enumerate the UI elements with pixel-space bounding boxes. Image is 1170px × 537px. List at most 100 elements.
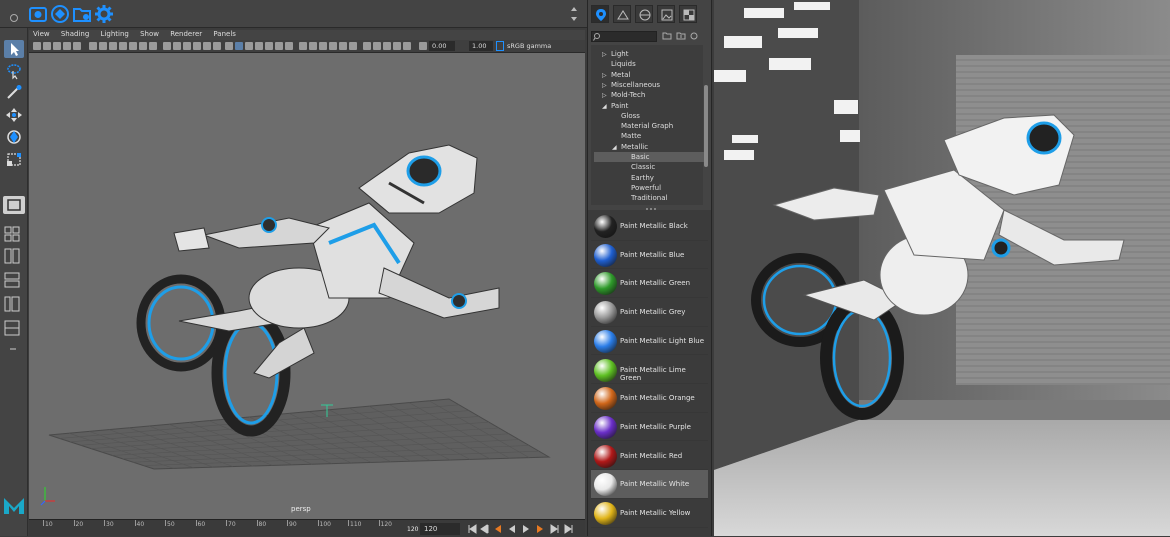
add-folder-icon[interactable] bbox=[676, 31, 686, 41]
tree-item[interactable]: ▷ Light bbox=[594, 49, 706, 59]
more-layouts-icon[interactable] bbox=[4, 342, 24, 356]
viewport-tool-icon[interactable] bbox=[73, 42, 81, 50]
tree-scrollbar[interactable] bbox=[704, 85, 708, 167]
viewport-tool-icon[interactable] bbox=[383, 42, 391, 50]
menu-renderer[interactable]: Renderer bbox=[170, 30, 202, 38]
viewport-tool-icon[interactable] bbox=[163, 42, 171, 50]
viewport-tool-icon[interactable] bbox=[255, 42, 263, 50]
viewport-tool-icon[interactable] bbox=[33, 42, 41, 50]
material-item[interactable]: Paint Metallic Purple bbox=[591, 413, 708, 442]
scroll-arrows-icon[interactable] bbox=[570, 4, 578, 24]
move-tool-icon[interactable] bbox=[4, 106, 24, 124]
ipr-render-icon[interactable] bbox=[50, 4, 70, 24]
splitter-handle-icon[interactable] bbox=[644, 205, 658, 210]
viewport-tool-icon[interactable] bbox=[63, 42, 71, 50]
viewport-tool-icon[interactable] bbox=[265, 42, 273, 50]
tree-item[interactable]: Gloss bbox=[594, 111, 706, 121]
viewport-tool-icon[interactable] bbox=[225, 42, 233, 50]
color-space-label[interactable]: sRGB gamma bbox=[507, 40, 583, 52]
tree-item[interactable]: ◢ Metallic bbox=[594, 142, 706, 152]
four-pane-layout-icon[interactable] bbox=[4, 226, 24, 242]
tree-item[interactable]: Liquids bbox=[594, 59, 706, 69]
viewport-tool-icon[interactable] bbox=[373, 42, 381, 50]
open-folder-icon[interactable] bbox=[72, 4, 92, 24]
tree-item[interactable]: ▷ Metal bbox=[594, 70, 706, 80]
menu-lighting[interactable]: Lighting bbox=[101, 30, 129, 38]
playhead-frame-label[interactable]: 120 bbox=[407, 526, 418, 533]
current-frame-field[interactable]: 120 bbox=[420, 523, 460, 535]
viewport-tool-icon[interactable] bbox=[393, 42, 401, 50]
tree-item[interactable]: Basic bbox=[594, 152, 706, 163]
viewport-tool-icon[interactable] bbox=[285, 42, 293, 50]
viewport-tool-icon[interactable] bbox=[43, 42, 51, 50]
perspective-viewport[interactable]: persp bbox=[29, 53, 585, 519]
search-input[interactable] bbox=[591, 31, 657, 42]
render-view-icon[interactable] bbox=[28, 4, 48, 24]
menu-panels[interactable]: Panels bbox=[213, 30, 236, 38]
material-item[interactable]: Paint Metallic Yellow bbox=[591, 499, 708, 528]
lasso-tool-icon[interactable] bbox=[4, 62, 24, 80]
menu-show[interactable]: Show bbox=[140, 30, 159, 38]
graph-editor-layout-icon[interactable] bbox=[4, 320, 24, 336]
viewport-tool-icon[interactable] bbox=[213, 42, 221, 50]
persp-graph-layout-icon[interactable] bbox=[4, 272, 24, 288]
exposure-field[interactable]: 0.00 bbox=[429, 41, 455, 51]
viewport-tool-icon[interactable] bbox=[319, 42, 327, 50]
viewport-tool-icon[interactable] bbox=[173, 42, 181, 50]
viewport-tool-icon[interactable] bbox=[309, 42, 317, 50]
viewport-tool-icon[interactable] bbox=[245, 42, 253, 50]
tab-sphere-icon[interactable] bbox=[635, 5, 653, 23]
viewport-tool-icon[interactable] bbox=[235, 42, 243, 50]
outliner-layout-icon[interactable] bbox=[4, 296, 24, 312]
scale-tool-icon[interactable] bbox=[4, 150, 24, 168]
viewport-tool-icon[interactable] bbox=[89, 42, 97, 50]
folder-icon[interactable] bbox=[662, 31, 672, 41]
time-slider[interactable]: 10 20 30 40 50 60 70 80 90 100 110 120 120 120 bbox=[29, 519, 585, 536]
tree-item[interactable]: Matte bbox=[594, 131, 706, 141]
viewport-tool-icon[interactable] bbox=[99, 42, 107, 50]
paint-select-tool-icon[interactable] bbox=[4, 84, 24, 102]
menu-shading[interactable]: Shading bbox=[61, 30, 89, 38]
tree-item[interactable]: Material Graph bbox=[594, 121, 706, 131]
viewport-tool-icon[interactable] bbox=[419, 42, 427, 50]
menu-view[interactable]: View bbox=[33, 30, 50, 38]
material-item[interactable]: Paint Metallic Grey bbox=[591, 298, 708, 327]
timeline-ruler[interactable]: 10 20 30 40 50 60 70 80 90 100 110 120 120 bbox=[29, 520, 419, 537]
material-item[interactable]: Paint Metallic Blue bbox=[591, 241, 708, 270]
tree-item[interactable]: ▷ Mold-Tech bbox=[594, 90, 706, 100]
viewport-tool-icon[interactable] bbox=[403, 42, 411, 50]
tab-image-icon[interactable] bbox=[657, 5, 675, 23]
color-management-icon[interactable] bbox=[496, 41, 504, 51]
viewport-tool-icon[interactable] bbox=[203, 42, 211, 50]
refresh-icon[interactable] bbox=[689, 31, 699, 41]
viewport-tool-icon[interactable] bbox=[129, 42, 137, 50]
material-item[interactable]: Paint Metallic Orange bbox=[591, 384, 708, 413]
material-item[interactable]: Paint Metallic Black bbox=[591, 212, 708, 241]
viewport-tool-icon[interactable] bbox=[139, 42, 147, 50]
select-tool-icon[interactable] bbox=[4, 40, 24, 58]
robot-model[interactable] bbox=[136, 144, 500, 437]
tree-item[interactable]: ◢ Paint bbox=[594, 101, 706, 111]
viewport-tool-icon[interactable] bbox=[109, 42, 117, 50]
material-item[interactable]: Paint Metallic White bbox=[591, 470, 708, 499]
material-item[interactable]: Paint Metallic Red bbox=[591, 442, 708, 471]
viewport-tool-icon[interactable] bbox=[119, 42, 127, 50]
rotate-tool-icon[interactable] bbox=[4, 128, 24, 146]
side-by-side-layout-icon[interactable] bbox=[4, 248, 24, 264]
tree-item[interactable]: Powerful bbox=[594, 183, 706, 193]
viewport-tool-icon[interactable] bbox=[193, 42, 201, 50]
gamma-field[interactable]: 1.00 bbox=[469, 41, 493, 51]
material-item[interactable]: Paint Metallic Light Blue bbox=[591, 327, 708, 356]
viewport-tool-icon[interactable] bbox=[349, 42, 357, 50]
tab-light-icon[interactable] bbox=[613, 5, 631, 23]
single-pane-layout-icon[interactable] bbox=[3, 196, 25, 214]
tree-item[interactable]: ▷ Miscellaneous bbox=[594, 80, 706, 90]
viewport-tool-icon[interactable] bbox=[53, 42, 61, 50]
tree-item[interactable]: Classic bbox=[594, 162, 706, 172]
viewport-tool-icon[interactable] bbox=[329, 42, 337, 50]
material-item[interactable]: Paint Metallic Lime Green bbox=[591, 356, 708, 384]
tab-checker-icon[interactable] bbox=[679, 5, 697, 23]
material-item[interactable]: Paint Metallic Green bbox=[591, 269, 708, 298]
viewport-tool-icon[interactable] bbox=[275, 42, 283, 50]
viewport-tool-icon[interactable] bbox=[299, 42, 307, 50]
